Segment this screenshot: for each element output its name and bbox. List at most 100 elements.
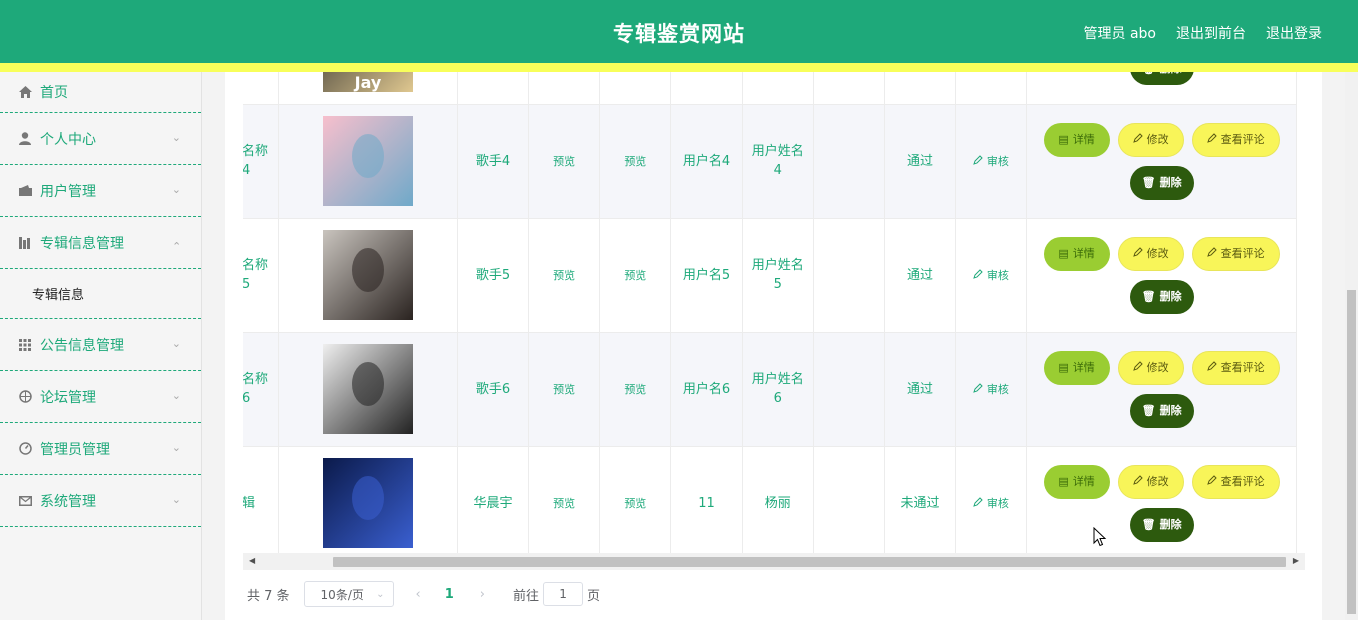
album-cover-cell: [278, 218, 458, 333]
sidebar-item-system-management[interactable]: 系统管理 ⌄: [0, 475, 201, 527]
username-cell: 用户名4: [670, 104, 743, 219]
edit-button[interactable]: 修改: [1117, 464, 1184, 499]
sidebar-item-album-management[interactable]: 专辑信息管理 ⌄: [0, 217, 201, 269]
edit-button[interactable]: 修改: [1117, 122, 1184, 157]
audit-link[interactable]: 审核: [973, 269, 1009, 282]
delete-button-label: 删除: [1159, 404, 1182, 417]
delete-button[interactable]: 🗑删除: [1129, 393, 1194, 428]
delete-button[interactable]: 🗑删除: [1129, 279, 1194, 314]
audit-status-cell: 通过: [884, 104, 957, 219]
album-cover-image[interactable]: [323, 230, 414, 320]
realname-cell: [742, 72, 814, 105]
preview-link[interactable]: 预览: [599, 446, 672, 553]
next-page-icon[interactable]: ›: [480, 587, 485, 602]
singer-cell: 歌手4: [457, 104, 530, 219]
chevron-down-icon: ⌄: [171, 492, 181, 506]
sidebar-item-profile[interactable]: 个人中心 ⌄: [0, 113, 201, 165]
sidebar-item-forum-management[interactable]: 论坛管理 ⌄: [0, 371, 201, 423]
edit-icon: [1206, 244, 1217, 263]
sidebar-item-admin-management[interactable]: 管理员管理 ⌄: [0, 423, 201, 475]
edit-icon: [1206, 130, 1217, 149]
album-name-cell: 名称 4: [243, 104, 280, 219]
audit-label: 审核: [986, 154, 1009, 168]
view-comments-button[interactable]: 查看评论: [1191, 350, 1280, 385]
album-name-cell: 名称 5: [243, 218, 280, 333]
vertical-scrollbar[interactable]: [1345, 72, 1358, 620]
goto-page-input[interactable]: [543, 582, 584, 606]
preview-link[interactable]: 预览: [599, 332, 672, 447]
chevron-down-icon: ⌄: [376, 588, 385, 600]
preview-link[interactable]: [528, 72, 601, 105]
home-icon: [18, 85, 32, 99]
page-size-select[interactable]: 10条/页 ⌄: [303, 581, 394, 607]
preview-link[interactable]: [599, 72, 672, 105]
album-cover-image[interactable]: [323, 344, 414, 434]
edit-button[interactable]: 修改: [1117, 236, 1184, 271]
preview-link[interactable]: 预览: [528, 104, 601, 219]
preview-link[interactable]: 预览: [528, 446, 601, 553]
document-icon: ▤: [1058, 247, 1069, 260]
vertical-scroll-thumb[interactable]: [1347, 290, 1356, 614]
realname-cell: 用户姓名 4: [742, 104, 814, 219]
audit-action-cell: 审核: [955, 332, 1028, 447]
sidebar-item-notice-management[interactable]: 公告信息管理 ⌄: [0, 319, 201, 371]
preview-link[interactable]: 预览: [528, 332, 601, 447]
edit-icon: [1206, 358, 1217, 377]
detail-button[interactable]: ▤ 详情: [1043, 464, 1110, 499]
audit-status-cell: [884, 72, 957, 105]
view-comments-button[interactable]: 查看评论: [1191, 236, 1280, 271]
sidebar-item-label: 管理员管理: [40, 441, 110, 458]
audit-action-cell: [955, 72, 1028, 105]
album-cover-image[interactable]: Jay: [323, 72, 414, 92]
prev-page-icon[interactable]: ‹: [416, 587, 421, 602]
detail-button[interactable]: ▤ 详情: [1043, 350, 1110, 385]
audit-status-cell: 未通过: [884, 446, 957, 553]
edit-icon: [973, 382, 984, 396]
compass-icon: [18, 390, 32, 404]
view-comments-button[interactable]: 查看评论: [1191, 122, 1280, 157]
view-comments-button[interactable]: 查看评论: [1191, 464, 1280, 499]
edit-icon: [973, 268, 984, 282]
singer-cell: 歌手6: [457, 332, 530, 447]
preview-link[interactable]: 预览: [528, 218, 601, 333]
exit-to-front-link[interactable]: 退出到前台: [1176, 23, 1246, 43]
delete-button-label: 删除: [1159, 290, 1182, 303]
extra-cell: [813, 332, 885, 447]
audit-link[interactable]: 审核: [973, 383, 1009, 396]
audit-link[interactable]: 审核: [973, 155, 1009, 168]
edit-button[interactable]: 修改: [1117, 350, 1184, 385]
preview-link[interactable]: 预览: [599, 218, 672, 333]
grid-icon: [18, 338, 32, 352]
chevron-down-icon: ⌄: [171, 440, 181, 454]
audit-label: 审核: [986, 268, 1009, 282]
logout-link[interactable]: 退出登录: [1266, 23, 1322, 43]
delete-button[interactable]: 🗑删除: [1129, 72, 1194, 86]
header-actions: 管理员 abo 退出到前台 退出登录: [1084, 23, 1322, 43]
scroll-right-arrow-icon[interactable]: ▶: [1293, 556, 1299, 565]
album-cover-image[interactable]: [323, 116, 414, 206]
edit-icon: [973, 496, 984, 510]
detail-button[interactable]: ▤ 详情: [1043, 236, 1110, 271]
preview-link[interactable]: 预览: [599, 104, 672, 219]
audit-link[interactable]: 审核: [973, 497, 1009, 510]
album-cover-image[interactable]: [323, 458, 414, 548]
horizontal-scroll-thumb[interactable]: [333, 557, 1286, 567]
delete-button[interactable]: 🗑删除: [1129, 507, 1194, 542]
view-comments-button-label: 查看评论: [1220, 247, 1265, 260]
detail-button[interactable]: ▤ 详情: [1043, 122, 1110, 157]
horizontal-scrollbar[interactable]: ◀ ▶: [243, 553, 1305, 570]
pagination: 共 7 条 10条/页 ⌄ ‹ 1 › 前往 页: [247, 581, 600, 607]
sidebar-subitem-album-info[interactable]: 专辑信息: [0, 269, 201, 319]
delete-button[interactable]: 🗑删除: [1129, 165, 1194, 200]
sidebar-item-users[interactable]: 用户管理 ⌄: [0, 165, 201, 217]
page-number-current[interactable]: 1: [445, 587, 454, 602]
delete-button-label: 删除: [1159, 518, 1182, 531]
sidebar-item-label: 系统管理: [40, 493, 96, 510]
accent-bar: [0, 63, 1358, 72]
sidebar-item-label: 专辑信息管理: [40, 235, 124, 252]
realname-cell: 用户姓名 6: [742, 332, 814, 447]
scroll-left-arrow-icon[interactable]: ◀: [249, 556, 255, 565]
sidebar-item-home[interactable]: 首页: [0, 72, 201, 113]
chevron-up-icon: ⌄: [171, 238, 181, 252]
user-icon: [18, 132, 32, 146]
